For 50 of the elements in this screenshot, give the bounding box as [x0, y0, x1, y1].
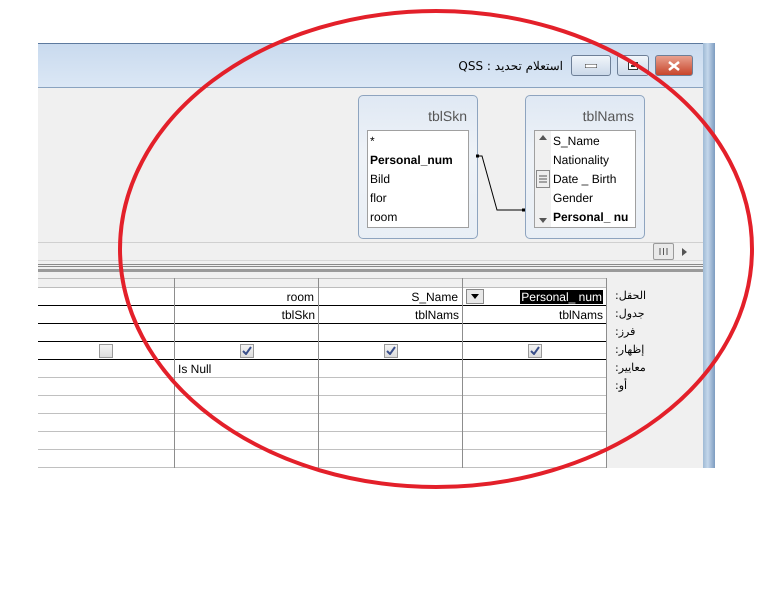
vertical-scrollbar[interactable] — [535, 131, 551, 227]
field-item[interactable]: Gender — [553, 189, 628, 208]
row-label: فرز: — [614, 324, 636, 340]
row-label: معايير: — [614, 360, 646, 376]
row-label: أو: — [614, 377, 628, 394]
window-title: استعلام تحديد : QSS — [458, 58, 563, 72]
field-item[interactable]: Nationality — [553, 151, 628, 170]
show-checkbox[interactable] — [99, 344, 113, 358]
criteria-cell[interactable]: Is Null — [175, 360, 318, 378]
table-cell[interactable]: tblNams — [319, 306, 462, 324]
field-item[interactable]: Personal_ nu — [553, 208, 628, 227]
scroll-up-icon[interactable] — [539, 135, 547, 140]
scroll-thumb-icon[interactable] — [536, 170, 550, 188]
table-name: tblSkn — [428, 108, 467, 124]
dropdown-button[interactable] — [466, 289, 484, 304]
row-label: جدول: — [614, 306, 645, 322]
close-icon — [668, 60, 680, 70]
show-checkbox[interactable] — [384, 344, 398, 358]
field-cell[interactable]: room — [175, 288, 318, 306]
splitter-bar[interactable] — [38, 264, 703, 272]
field-item[interactable]: flor — [370, 189, 453, 208]
minimize-button[interactable] — [571, 55, 611, 76]
field-cell[interactable]: S_Name — [319, 288, 462, 306]
scroll-right-icon[interactable] — [682, 248, 687, 256]
horizontal-scrollbar[interactable] — [38, 243, 703, 261]
row-label: إظهار: — [614, 342, 644, 358]
scroll-thumb[interactable] — [653, 243, 674, 260]
table-box[interactable]: tblNams S_Name Nationality Date _ Birth Gender Personal_ nu — [525, 95, 645, 239]
column-selector[interactable] — [38, 278, 174, 288]
field-list[interactable]: S_Name Nationality Date _ Birth Gender Personal_ nu — [534, 130, 636, 228]
table-cell[interactable]: tblSkn — [175, 306, 318, 324]
caret-icon — [471, 294, 479, 299]
row-label: الحقل: — [614, 288, 646, 304]
table-name: tblNams — [582, 108, 634, 124]
field-item[interactable]: room — [370, 208, 453, 227]
relationship-line — [476, 154, 525, 213]
scroll-down-icon[interactable] — [539, 218, 547, 223]
show-checkbox[interactable] — [528, 344, 542, 358]
field-item[interactable]: Personal_num — [370, 151, 453, 170]
minimize-icon — [585, 64, 597, 68]
field-item[interactable]: * — [370, 132, 453, 151]
table-cell[interactable]: tblNams — [463, 306, 606, 324]
table-box[interactable]: tblSkn * Personal_num Bild flor room — [358, 95, 478, 239]
field-item[interactable]: Date _ Birth — [553, 170, 628, 189]
field-item[interactable]: S_Name — [553, 132, 628, 151]
show-checkbox[interactable] — [240, 344, 254, 358]
field-list[interactable]: * Personal_num Bild flor room — [367, 130, 469, 228]
field-item[interactable]: Bild — [370, 170, 453, 189]
field-cell[interactable]: Personal_ num — [463, 288, 606, 306]
close-button[interactable] — [655, 55, 693, 76]
